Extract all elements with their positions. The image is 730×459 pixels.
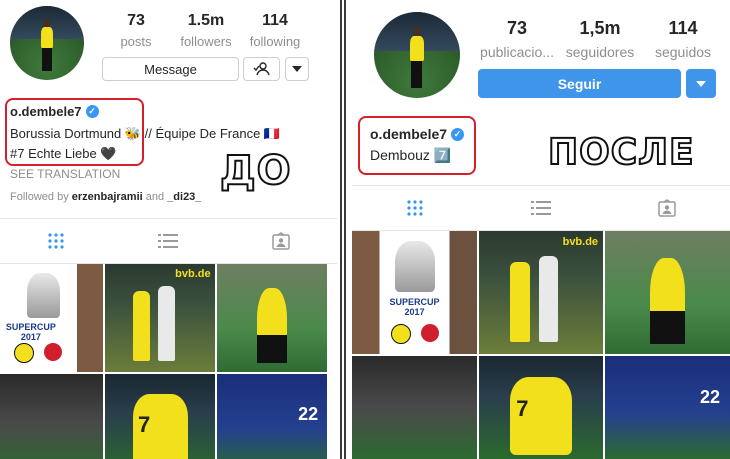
followers-count: 1.5m (187, 12, 225, 29)
following-stat[interactable]: 114 following (243, 12, 307, 49)
message-button[interactable]: Message (102, 57, 239, 81)
posts-count: 73 (127, 12, 145, 29)
add-person-icon (253, 62, 270, 76)
tagged-icon (272, 232, 290, 250)
club-logos (0, 343, 103, 364)
followed-by-user[interactable]: erzenbajramii (72, 191, 143, 203)
bio-line-1: Borussia Dortmund 🐝 // Équipe De France … (10, 126, 281, 141)
profile-panel-after: 73 publicacio... 1,5m seguidores 114 seg… (352, 0, 730, 459)
grid-photo-celebration[interactable] (217, 264, 327, 372)
more-options-button[interactable] (285, 57, 309, 81)
grid-photo-training[interactable]: bvb.de (105, 264, 215, 372)
following-count: 114 (668, 18, 698, 38)
more-options-button[interactable] (686, 69, 716, 98)
profile-tabs (352, 185, 730, 231)
france-number: 22 (699, 387, 720, 408)
bio-line-2: #7 Echte Liebe 🖤 (10, 146, 117, 161)
after-caption: ПОСЛЕ (547, 131, 695, 174)
tab-tagged[interactable] (604, 186, 730, 230)
username-row: o.dembele7 ✓ (370, 126, 465, 142)
username: o.dembele7 (10, 104, 82, 119)
grid-photo-france[interactable]: 22 (217, 374, 327, 459)
list-icon (531, 201, 551, 215)
grid-icon (48, 233, 64, 249)
supercup-text: SUPERCUP 2017 (0, 322, 62, 342)
bio-highlight-box (358, 116, 476, 175)
profile-panel-before: 73 posts 1.5m followers 114 following Me… (0, 0, 337, 459)
profile-avatar[interactable] (10, 6, 84, 80)
following-count: 114 (262, 12, 288, 29)
posts-label: publicacio... (480, 44, 554, 60)
follow-button[interactable]: Seguir (478, 69, 681, 98)
followers-label: followers (180, 34, 232, 49)
jersey-number: 7 (516, 395, 529, 421)
profile-tabs (0, 218, 337, 264)
posts-stat[interactable]: 73 publicacio... (476, 18, 558, 60)
grid-photo-coach[interactable] (0, 374, 103, 459)
before-caption: ДО (219, 147, 292, 195)
verified-badge-icon: ✓ (85, 105, 99, 118)
message-button-label: Message (144, 61, 197, 77)
tab-grid[interactable] (0, 219, 112, 263)
supercup-text: SUPERCUP 2017 (352, 297, 477, 317)
followed-by-prefix: Followed by (10, 191, 69, 203)
grid-photo-hug[interactable]: 7 (105, 374, 215, 459)
france-number: 22 (298, 404, 319, 424)
followers-stat[interactable]: 1,5m seguidores (558, 18, 642, 60)
posts-label: posts (120, 34, 152, 49)
posts-count: 73 (506, 18, 528, 38)
jersey-number: 7 (138, 412, 151, 437)
grid-photo-coach[interactable] (352, 356, 477, 459)
tab-tagged[interactable] (225, 219, 337, 263)
username-row: o.dembele7 ✓ (10, 104, 99, 119)
followed-by-text[interactable]: Followed by erzenbajramii and _di23_ (10, 191, 201, 203)
photo-grid: SUPERCUP 2017 bvb.de 7 22 (0, 264, 337, 459)
tagged-icon (658, 199, 676, 217)
supercup-title: SUPERCUP (389, 297, 440, 308)
grid-photo-training[interactable]: bvb.de (479, 231, 603, 354)
club-logos (352, 324, 477, 345)
panel-divider (339, 0, 350, 459)
follow-button-label: Seguir (557, 75, 602, 92)
grid-photo-france[interactable]: 22 (605, 356, 730, 459)
username: o.dembele7 (370, 126, 448, 142)
see-translation-link[interactable]: SEE TRANSLATION (10, 167, 120, 181)
following-label: seguidos (654, 44, 712, 60)
grid-photo-supercup[interactable]: SUPERCUP 2017 (0, 264, 103, 372)
following-stat[interactable]: 114 seguidos (644, 18, 722, 60)
grid-photo-supercup[interactable]: SUPERCUP 2017 (352, 231, 477, 354)
suggested-users-button[interactable] (243, 57, 280, 81)
followers-stat[interactable]: 1.5m followers (172, 12, 240, 49)
profile-avatar[interactable] (374, 12, 460, 98)
grid-photo-hug[interactable]: 7 (479, 356, 603, 459)
photo-grid: SUPERCUP 2017 bvb.de 7 22 (352, 231, 730, 459)
followers-label: seguidores (565, 44, 635, 60)
list-icon (158, 234, 179, 248)
bvb-sign: bvb.de (562, 235, 599, 248)
followers-count: 1,5m (579, 18, 621, 38)
followed-by-and: and (145, 191, 165, 203)
tab-list[interactable] (112, 219, 224, 263)
supercup-year: 2017 (20, 332, 41, 343)
tab-list[interactable] (478, 186, 604, 230)
bio-line-1: Dembouz 7️⃣ (370, 147, 452, 163)
supercup-year: 2017 (404, 307, 425, 318)
bvb-sign: bvb.de (175, 268, 211, 281)
followed-by-user-2[interactable]: _di23_ (167, 191, 201, 203)
tab-grid[interactable] (352, 186, 478, 230)
grid-icon (407, 200, 423, 216)
following-label: following (249, 34, 301, 49)
verified-badge-icon: ✓ (451, 127, 465, 141)
chevron-down-icon (292, 66, 302, 72)
chevron-down-icon (696, 80, 706, 87)
supercup-title: SUPERCUP (5, 322, 56, 333)
grid-photo-celebration[interactable] (605, 231, 730, 354)
posts-stat[interactable]: 73 posts (104, 12, 168, 49)
